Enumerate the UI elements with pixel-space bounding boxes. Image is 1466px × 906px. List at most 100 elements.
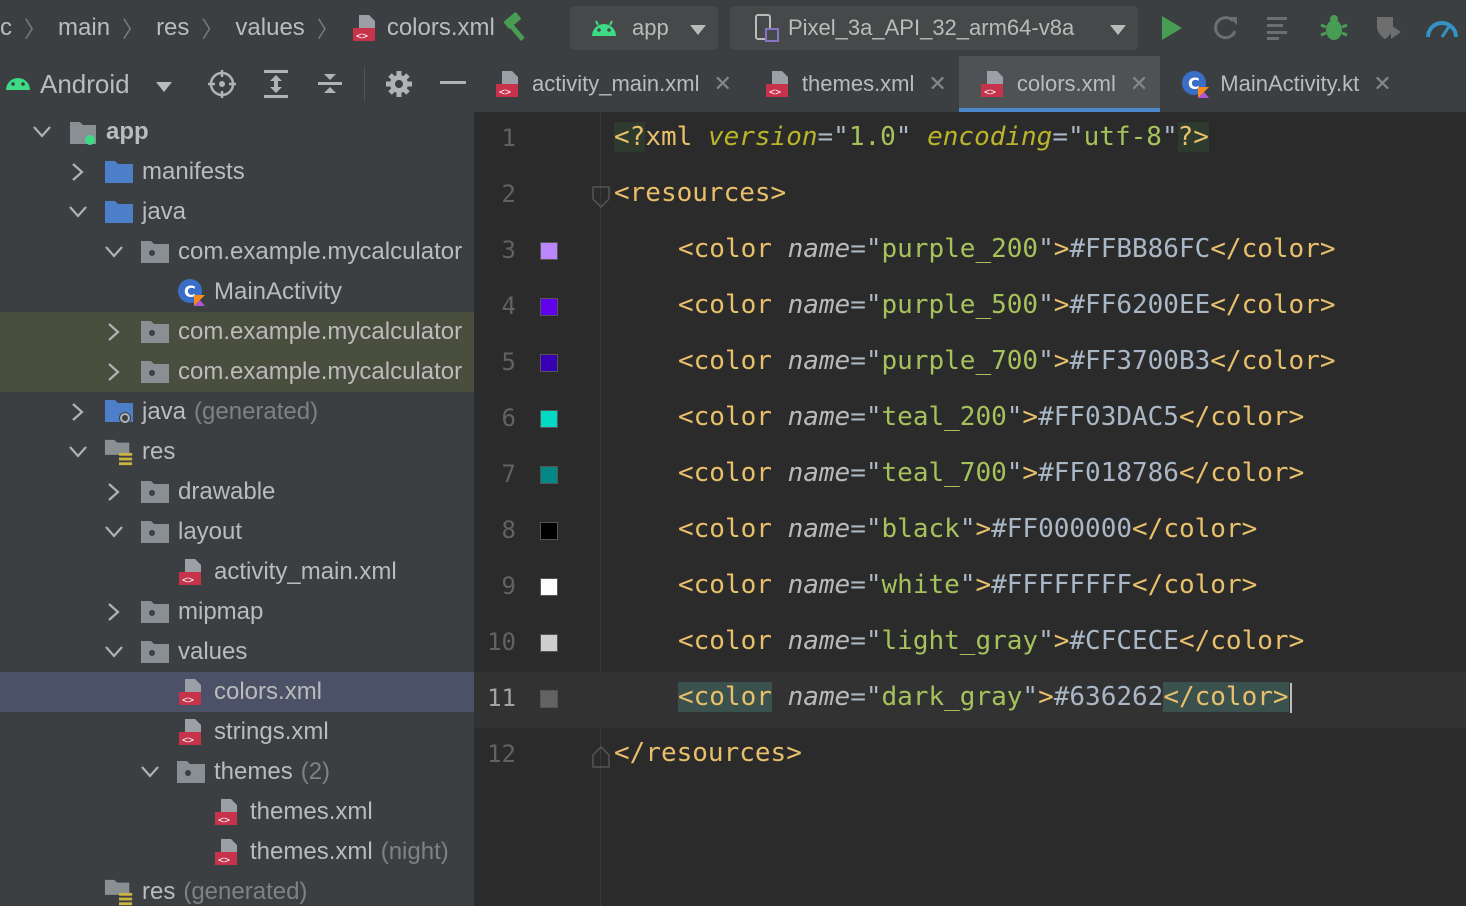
close-icon[interactable]: ✕: [1373, 71, 1391, 97]
xml-token: </: [1132, 570, 1164, 600]
chevron-down-icon[interactable]: [66, 440, 90, 464]
chevron-down-icon[interactable]: [66, 200, 90, 224]
tree-node[interactable]: <> strings.xml: [0, 712, 474, 752]
code-line[interactable]: 8 <color name="black">#FF000000</color>: [474, 504, 1466, 560]
coverage-icon[interactable]: [1370, 8, 1406, 48]
module-selector[interactable]: app: [570, 6, 718, 50]
chevron-down-icon[interactable]: [102, 640, 126, 664]
tree-node-label: themes (2): [214, 758, 330, 786]
tree-node-text: themes.xml: [250, 838, 373, 865]
code-line[interactable]: 2 <resources>: [474, 168, 1466, 224]
collapse-all-icon[interactable]: [314, 66, 346, 102]
tree-node[interactable]: java (generated): [0, 392, 474, 432]
breadcrumb-item[interactable]: rc: [0, 14, 12, 42]
tree-node[interactable]: com.example.mycalculator: [0, 312, 474, 352]
chevron-right-icon[interactable]: [66, 160, 90, 184]
xml-open-tag: <color: [678, 570, 772, 600]
editor-tab[interactable]: <> activity_main.xml ✕: [474, 56, 744, 112]
tree-node[interactable]: values: [0, 632, 474, 672]
code-text: <resources>: [614, 178, 786, 208]
fold-marker-icon[interactable]: [592, 186, 610, 213]
fold-marker-icon[interactable]: [592, 745, 610, 773]
chevron-right-icon[interactable]: [102, 480, 126, 504]
editor-tab[interactable]: C MainActivity.kt ✕: [1160, 56, 1403, 112]
color-swatch[interactable]: [540, 298, 558, 316]
tree-node[interactable]: mipmap: [0, 592, 474, 632]
xml-token: >: [1288, 626, 1305, 656]
chevron-right-icon[interactable]: [102, 600, 126, 624]
code-line[interactable]: 5 <color name="purple_700">#FF3700B3</col…: [474, 336, 1466, 392]
tree-node[interactable]: <> themes.xml: [0, 792, 474, 832]
breadcrumb-item[interactable]: main: [58, 14, 110, 42]
tree-node-text: com.example.mycalculator: [178, 358, 463, 385]
code-line[interactable]: 6 <color name="teal_200">#FF03DAC5</color…: [474, 392, 1466, 448]
tree-node[interactable]: themes (2): [0, 752, 474, 792]
run-icon[interactable]: [1154, 8, 1190, 48]
chevron-right-icon[interactable]: [102, 360, 126, 384]
close-icon[interactable]: ✕: [713, 71, 731, 97]
locate-icon[interactable]: [206, 66, 238, 102]
tree-node[interactable]: <> activity_main.xml: [0, 552, 474, 592]
tree-node[interactable]: app: [0, 112, 474, 152]
xml-token: ": [959, 514, 976, 544]
project-view-selector[interactable]: Android: [40, 69, 130, 100]
code-editor[interactable]: 1 <?xml version="1.0" encoding="utf-8"?> 2…: [474, 112, 1466, 906]
chevron-right-icon[interactable]: [102, 320, 126, 344]
color-swatch[interactable]: [540, 242, 558, 260]
code-line[interactable]: 7 <color name="teal_700">#FF018786</color…: [474, 448, 1466, 504]
color-swatch[interactable]: [540, 410, 558, 428]
tree-node[interactable]: <> colors.xml: [0, 672, 474, 712]
breadcrumb-item[interactable]: res: [156, 14, 189, 42]
tree-node[interactable]: layout: [0, 512, 474, 552]
chevron-down-icon[interactable]: [30, 120, 54, 144]
tree-node-label: MainActivity: [214, 278, 342, 306]
tree-node[interactable]: drawable: [0, 472, 474, 512]
color-swatch[interactable]: [540, 466, 558, 484]
rerun-icon[interactable]: [1208, 8, 1244, 48]
editor-tab[interactable]: <> colors.xml ✕: [958, 56, 1161, 112]
code-line[interactable]: 1 <?xml version="1.0" encoding="utf-8"?>: [474, 112, 1466, 168]
editor-tab[interactable]: <> themes.xml ✕: [744, 56, 959, 112]
breadcrumb-item[interactable]: values: [235, 14, 304, 42]
chevron-right-icon[interactable]: [66, 400, 90, 424]
code-line[interactable]: 4 <color name="purple_500">#FF6200EE</col…: [474, 280, 1466, 336]
hammer-icon[interactable]: [500, 10, 534, 44]
debug-icon[interactable]: [1316, 8, 1352, 48]
code-line[interactable]: 9 <color name="white">#FFFFFFFF</color>: [474, 560, 1466, 616]
tree-node-text: values: [178, 638, 248, 665]
tree-node[interactable]: res: [0, 432, 474, 472]
hide-icon[interactable]: [437, 66, 469, 102]
xml-token: ?>: [1177, 122, 1209, 152]
tree-node[interactable]: java: [0, 192, 474, 232]
chevron-down-icon[interactable]: [156, 79, 172, 97]
chevron-down-icon[interactable]: [138, 760, 162, 784]
color-swatch[interactable]: [540, 634, 558, 652]
tree-node[interactable]: C MainActivity: [0, 272, 474, 312]
color-swatch[interactable]: [540, 690, 558, 708]
tree-node[interactable]: com.example.mycalculator: [0, 232, 474, 272]
tree-node[interactable]: <> themes.xml (night): [0, 832, 474, 872]
expand-all-icon[interactable]: [260, 66, 292, 102]
code-line[interactable]: 10 <color name="light_gray">#CFCECE</colo…: [474, 616, 1466, 672]
code-line[interactable]: 12 </resources>: [474, 728, 1466, 784]
logcat-icon[interactable]: [1262, 8, 1298, 48]
close-icon[interactable]: ✕: [928, 71, 946, 97]
chevron-down-icon[interactable]: [102, 240, 126, 264]
close-icon[interactable]: ✕: [1130, 71, 1148, 97]
chevron-down-icon[interactable]: [102, 520, 126, 544]
tree-node[interactable]: res (generated): [0, 872, 474, 906]
profiler-icon[interactable]: [1424, 8, 1460, 48]
device-selector[interactable]: Pixel_3a_API_32_arm64-v8a: [730, 6, 1138, 50]
code-line[interactable]: 3 <color name="purple_200">#FFBB86FC</col…: [474, 224, 1466, 280]
package-icon: [140, 358, 170, 386]
color-swatch[interactable]: [540, 354, 558, 372]
color-swatch[interactable]: [540, 522, 558, 540]
code-line[interactable]: 11 <color name="dark_gray">#636262</color…: [474, 672, 1466, 728]
tree-node[interactable]: manifests: [0, 152, 474, 192]
color-swatch[interactable]: [540, 578, 558, 596]
breadcrumb-file[interactable]: <> colors.xml: [351, 13, 495, 43]
tree-node[interactable]: com.example.mycalculator: [0, 352, 474, 392]
folder-icon: [140, 518, 170, 546]
gear-icon[interactable]: [383, 66, 415, 102]
line-number: 2: [501, 180, 516, 208]
